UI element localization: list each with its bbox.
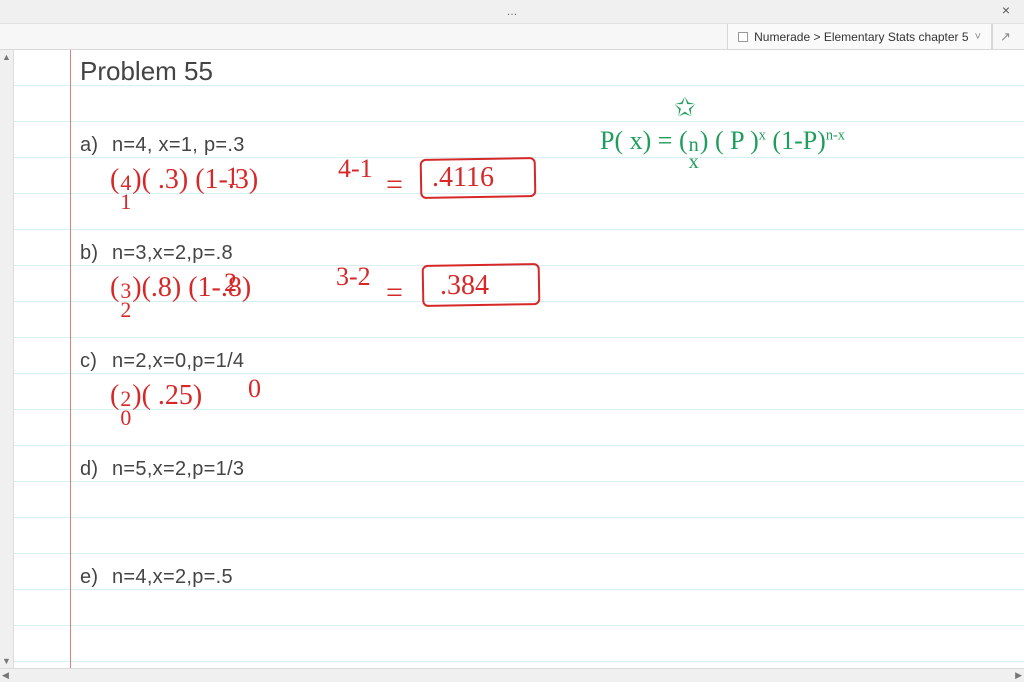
- answer-a: .4116: [432, 162, 494, 194]
- formula-lhs: P( x) =: [600, 126, 672, 155]
- work-c: (20)( .25): [110, 380, 202, 425]
- titlebar-label: …: [507, 6, 518, 18]
- item-e-label: e): [80, 566, 98, 589]
- workspace: ▲ ▼ Problem 55 a) n=4, x=1, p=.3 b) n=3,…: [0, 50, 1024, 668]
- tab-label: Numerade > Elementary Stats chapter 5: [754, 30, 968, 44]
- item-b-params: n=3,x=2,p=.8: [112, 242, 233, 265]
- work-c-sup1: 0: [248, 374, 261, 404]
- formula-q: (1-P): [772, 126, 825, 155]
- scroll-left-icon[interactable]: ◀: [2, 670, 9, 681]
- work-b-eq: =: [386, 276, 403, 310]
- scroll-right-icon[interactable]: ▶: [1015, 670, 1022, 681]
- formula-p: ( P ): [715, 126, 759, 155]
- tab-bar: Numerade > Elementary Stats chapter 5 ˅ …: [0, 24, 1024, 50]
- star-icon: ✩: [674, 92, 696, 123]
- item-c-label: c): [80, 350, 97, 373]
- item-d-label: d): [80, 458, 98, 481]
- titlebar: … ×: [0, 0, 1024, 24]
- item-d-params: n=5,x=2,p=1/3: [112, 458, 244, 481]
- work-a-sup1: 1: [226, 162, 239, 192]
- work-b-sup2: 3-2: [336, 262, 371, 292]
- canvas[interactable]: Problem 55 a) n=4, x=1, p=.3 b) n=3,x=2,…: [14, 50, 1024, 668]
- tab-numerade[interactable]: Numerade > Elementary Stats chapter 5 ˅: [727, 24, 992, 49]
- horizontal-scrollbar[interactable]: ◀ ▶: [0, 668, 1024, 682]
- item-a-params: n=4, x=1, p=.3: [112, 134, 245, 157]
- app-window: … × Numerade > Elementary Stats chapter …: [0, 0, 1024, 682]
- chevron-down-icon: ˅: [975, 31, 981, 43]
- close-button[interactable]: ×: [996, 2, 1016, 18]
- margin-rule: [70, 50, 71, 668]
- checkbox-icon: [738, 32, 748, 42]
- expand-icon: ↗: [1000, 29, 1011, 45]
- work-a-sup2: 4-1: [338, 154, 373, 184]
- work-b-sup1: 2: [224, 268, 237, 298]
- work-a-eq: =: [386, 168, 403, 202]
- expand-button[interactable]: ↗: [992, 24, 1018, 49]
- item-b-label: b): [80, 242, 98, 265]
- lined-paper: Problem 55 a) n=4, x=1, p=.3 b) n=3,x=2,…: [14, 50, 1024, 668]
- page-title: Problem 55: [80, 56, 213, 87]
- item-c-params: n=2,x=0,p=1/4: [112, 350, 244, 373]
- scroll-down-icon[interactable]: ▼: [2, 656, 11, 666]
- vertical-scrollbar[interactable]: ▲ ▼: [0, 50, 14, 668]
- scroll-up-icon[interactable]: ▲: [2, 52, 11, 62]
- answer-b: .384: [440, 270, 489, 302]
- item-e-params: n=4,x=2,p=.5: [112, 566, 233, 589]
- item-a-label: a): [80, 134, 98, 157]
- formula-green: P( x) = (nx) ( P )x (1-P)n-x: [600, 126, 845, 169]
